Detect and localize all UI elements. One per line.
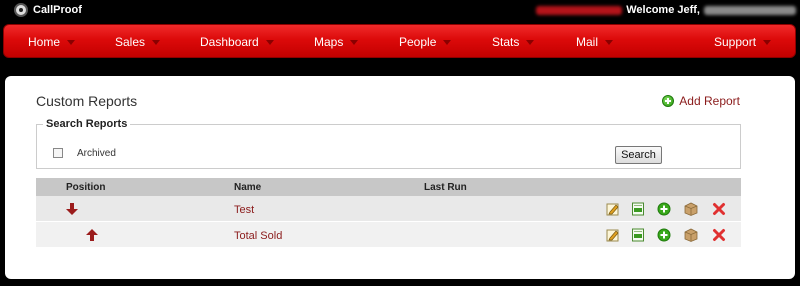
row-actions: [606, 202, 736, 216]
nav-label: Support: [714, 35, 757, 49]
report-name-link[interactable]: Total Sold: [234, 230, 282, 242]
callproof-logo-icon: [14, 3, 28, 17]
nav-sales[interactable]: Sales: [115, 35, 161, 49]
edit-icon[interactable]: [606, 202, 620, 216]
archived-label: Archived: [77, 148, 116, 159]
nav-label: Dashboard: [200, 35, 259, 49]
report-name-link[interactable]: Test: [234, 204, 254, 216]
reports-table: Position Name Last Run Test Total Sold: [36, 178, 741, 248]
caret-down-icon: [605, 40, 614, 45]
search-legend: Search Reports: [43, 118, 131, 130]
add-icon[interactable]: [657, 202, 671, 216]
top-bar: CallProof Welcome Jeff,: [0, 0, 800, 20]
main-nav: Home Sales Dashboard Maps People Stats M…: [3, 24, 796, 58]
move-up-arrow-icon[interactable]: [85, 228, 99, 242]
nav-label: Home: [28, 35, 61, 49]
header-name[interactable]: Name: [234, 182, 261, 193]
nav-mail[interactable]: Mail: [576, 35, 614, 49]
nav-label: Mail: [576, 35, 599, 49]
caret-down-icon: [526, 40, 535, 45]
welcome-area: Welcome Jeff,: [536, 4, 796, 16]
csv-export-icon[interactable]: [631, 202, 645, 216]
header-last-run[interactable]: Last Run: [424, 182, 467, 193]
plus-circle-icon: [662, 95, 675, 107]
delete-icon[interactable]: [712, 228, 726, 242]
archive-box-icon[interactable]: [684, 228, 698, 242]
app-name: CallProof: [33, 4, 82, 16]
delete-icon[interactable]: [712, 202, 726, 216]
caret-down-icon: [763, 40, 772, 45]
caret-down-icon: [265, 40, 274, 45]
nav-maps[interactable]: Maps: [314, 35, 359, 49]
add-report-link[interactable]: Add Report: [662, 94, 740, 108]
caret-down-icon: [350, 40, 359, 45]
blurred-account-link[interactable]: [536, 5, 623, 15]
page-title: Custom Reports: [36, 93, 138, 109]
nav-support[interactable]: Support: [714, 35, 772, 49]
archive-box-icon[interactable]: [684, 202, 698, 216]
nav-stats[interactable]: Stats: [492, 35, 535, 49]
header-position[interactable]: Position: [66, 182, 105, 193]
nav-label: Stats: [492, 35, 520, 49]
nav-home[interactable]: Home: [28, 35, 76, 49]
welcome-text: Welcome Jeff,: [626, 4, 700, 16]
blurred-user-name: [704, 5, 796, 15]
add-icon[interactable]: [657, 228, 671, 242]
edit-icon[interactable]: [606, 228, 620, 242]
search-button[interactable]: Search: [615, 146, 662, 164]
nav-label: People: [399, 35, 437, 49]
csv-export-icon[interactable]: [631, 228, 645, 242]
app-logo[interactable]: CallProof: [14, 3, 82, 17]
nav-label: Sales: [115, 35, 146, 49]
caret-down-icon: [67, 40, 76, 45]
search-reports-fieldset: Search Reports Archived Search: [36, 118, 741, 169]
nav-label: Maps: [314, 35, 344, 49]
table-row: Test: [36, 196, 741, 222]
move-down-arrow-icon[interactable]: [65, 202, 79, 216]
content-panel: Custom Reports Add Report Search Reports…: [5, 76, 795, 279]
table-header: Position Name Last Run: [36, 178, 741, 196]
archived-checkbox[interactable]: [53, 148, 63, 158]
caret-down-icon: [443, 40, 452, 45]
nav-people[interactable]: People: [399, 35, 452, 49]
caret-down-icon: [152, 40, 161, 45]
row-actions: [606, 228, 736, 242]
nav-dashboard[interactable]: Dashboard: [200, 35, 274, 49]
table-row: Total Sold: [36, 222, 741, 248]
add-report-label: Add Report: [679, 94, 740, 108]
